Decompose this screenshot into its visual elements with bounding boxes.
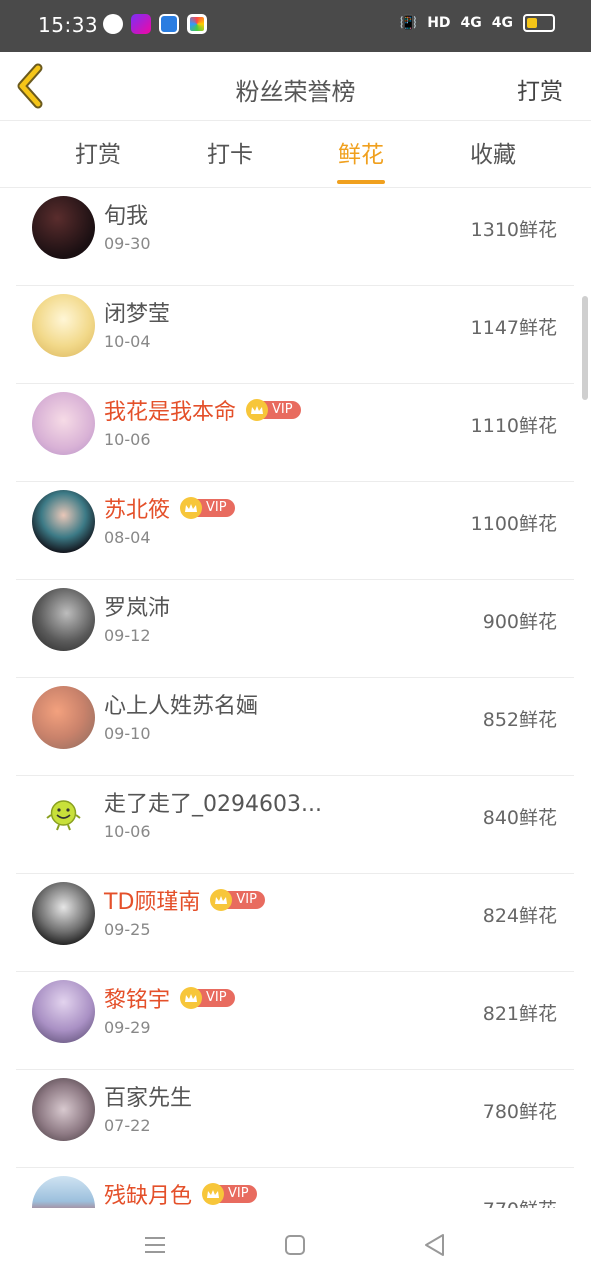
system-nav-bar bbox=[0, 1208, 591, 1280]
status-time: 15:33 bbox=[38, 13, 99, 37]
reward-button[interactable]: 打赏 bbox=[517, 72, 563, 106]
list-item[interactable]: 我花是我本命 VIP 10-06 1110鲜花 bbox=[16, 384, 574, 482]
vip-badge: VIP bbox=[180, 987, 235, 1009]
list-item[interactable]: 旬我 09-30 1310鲜花 bbox=[16, 188, 574, 286]
scrollbar[interactable] bbox=[582, 296, 588, 400]
user-name: 罗岚沛 bbox=[104, 596, 171, 621]
date: 08-04 bbox=[104, 528, 151, 547]
avatar bbox=[32, 882, 95, 945]
app-header: 粉丝荣誉榜 打赏 bbox=[0, 52, 591, 121]
flower-count: 1110鲜花 bbox=[470, 415, 557, 437]
flower-count: 770鲜花 bbox=[483, 1195, 557, 1208]
vibrate-icon: 📳 bbox=[399, 15, 418, 31]
user-name: 百家先生 bbox=[104, 1086, 193, 1111]
flower-count: 824鲜花 bbox=[482, 905, 557, 927]
menu-icon bbox=[145, 1237, 165, 1253]
tab-flowers-label: 鲜花 bbox=[338, 142, 384, 168]
user-name: 苏北筱 bbox=[104, 498, 171, 523]
back-nav-button[interactable] bbox=[420, 1230, 450, 1260]
vip-badge: VIP bbox=[202, 1183, 257, 1205]
date: 07-22 bbox=[104, 1116, 151, 1135]
tab-bar: 打赏 打卡 鲜花 收藏 bbox=[0, 121, 591, 188]
flower-count: 852鲜花 bbox=[482, 709, 557, 731]
battery-icon bbox=[523, 14, 555, 32]
crown-icon bbox=[180, 987, 203, 1009]
list-item[interactable]: 心上人姓苏名婳 09-10 852鲜花 bbox=[16, 678, 574, 776]
user-name: 残缺月色 bbox=[104, 1184, 193, 1208]
date: 09-29 bbox=[104, 1018, 151, 1037]
crown-icon bbox=[246, 399, 269, 421]
wechat-icon bbox=[103, 14, 123, 34]
home-square-icon bbox=[285, 1235, 305, 1255]
date: 09-30 bbox=[104, 234, 151, 253]
tab-reward[interactable]: 打赏 bbox=[48, 121, 148, 187]
signal-4g-2: 4G bbox=[491, 15, 513, 31]
date: 09-12 bbox=[104, 626, 151, 645]
menu-button[interactable] bbox=[140, 1230, 170, 1260]
list-item[interactable]: 罗岚沛 09-12 900鲜花 bbox=[16, 580, 574, 678]
vip-badge: VIP bbox=[210, 889, 265, 911]
flower-count: 840鲜花 bbox=[482, 807, 557, 829]
tab-checkin[interactable]: 打卡 bbox=[180, 121, 280, 187]
list-item[interactable]: 百家先生 07-22 780鲜花 bbox=[16, 1070, 574, 1168]
list-item[interactable]: TD顾瑾南 VIP 09-25 824鲜花 bbox=[16, 874, 574, 972]
user-name: TD顾瑾南 bbox=[104, 890, 201, 915]
user-name: 黎铭宇 bbox=[104, 988, 171, 1013]
status-indicators: 📳 HD 4G 4G bbox=[400, 14, 555, 32]
home-button[interactable] bbox=[280, 1230, 310, 1260]
flower-count: 1310鲜花 bbox=[470, 219, 557, 241]
user-name: 心上人姓苏名婳 bbox=[104, 694, 259, 719]
status-bar: 15:33 📳 HD 4G 4G bbox=[0, 0, 591, 52]
user-name: 走了走了_0294603... bbox=[104, 792, 322, 817]
list-item[interactable]: 黎铭宇 VIP 09-29 821鲜花 bbox=[16, 972, 574, 1070]
avatar bbox=[32, 686, 95, 749]
list-item[interactable]: 残缺月色 VIP 770鲜花 bbox=[16, 1168, 574, 1208]
avatar bbox=[32, 294, 95, 357]
date: 09-10 bbox=[104, 724, 151, 743]
crown-icon bbox=[180, 497, 203, 519]
avatar bbox=[32, 196, 95, 259]
avatar bbox=[32, 980, 95, 1043]
flower-count: 780鲜花 bbox=[482, 1101, 557, 1123]
date: 09-25 bbox=[104, 920, 151, 939]
browser-app-icon bbox=[159, 14, 179, 34]
network-label: HD bbox=[427, 15, 451, 31]
gallery-app-icon bbox=[187, 14, 207, 34]
user-name: 我花是我本命 bbox=[104, 400, 237, 425]
avatar bbox=[32, 1176, 95, 1208]
tab-flowers[interactable]: 鲜花 bbox=[311, 121, 411, 187]
avatar bbox=[32, 784, 95, 847]
video-app-icon bbox=[131, 14, 151, 34]
date: 10-06 bbox=[104, 822, 151, 841]
active-tab-indicator bbox=[337, 180, 385, 184]
list-item[interactable]: 苏北筱 VIP 08-04 1100鲜花 bbox=[16, 482, 574, 580]
crown-icon bbox=[202, 1183, 225, 1205]
flower-count: 1147鲜花 bbox=[470, 317, 557, 339]
list-item[interactable]: 闭梦莹 10-04 1147鲜花 bbox=[16, 286, 574, 384]
ranking-list[interactable]: 旬我 09-30 1310鲜花 闭梦莹 10-04 1147鲜花 我花是我本命 … bbox=[0, 188, 591, 1208]
avatar bbox=[32, 490, 95, 553]
back-triangle-icon bbox=[425, 1234, 444, 1256]
avatar bbox=[32, 392, 95, 455]
date: 10-04 bbox=[104, 332, 151, 351]
avatar bbox=[32, 1078, 95, 1141]
vip-badge: VIP bbox=[246, 399, 301, 421]
user-name: 闭梦莹 bbox=[104, 302, 171, 327]
page-title: 粉丝荣誉榜 bbox=[235, 78, 356, 106]
list-item[interactable]: 走了走了_0294603... 10-06 840鲜花 bbox=[16, 776, 574, 874]
status-app-icons bbox=[103, 14, 207, 34]
user-name: 旬我 bbox=[104, 204, 149, 229]
flower-count: 900鲜花 bbox=[482, 611, 557, 633]
avatar bbox=[32, 588, 95, 651]
tab-favorites[interactable]: 收藏 bbox=[443, 121, 543, 187]
signal-4g-1: 4G bbox=[460, 15, 482, 31]
flower-count: 1100鲜花 bbox=[470, 513, 557, 535]
date: 10-06 bbox=[104, 430, 151, 449]
flower-count: 821鲜花 bbox=[482, 1003, 557, 1025]
smiley-icon bbox=[46, 800, 81, 831]
vip-badge: VIP bbox=[180, 497, 235, 519]
